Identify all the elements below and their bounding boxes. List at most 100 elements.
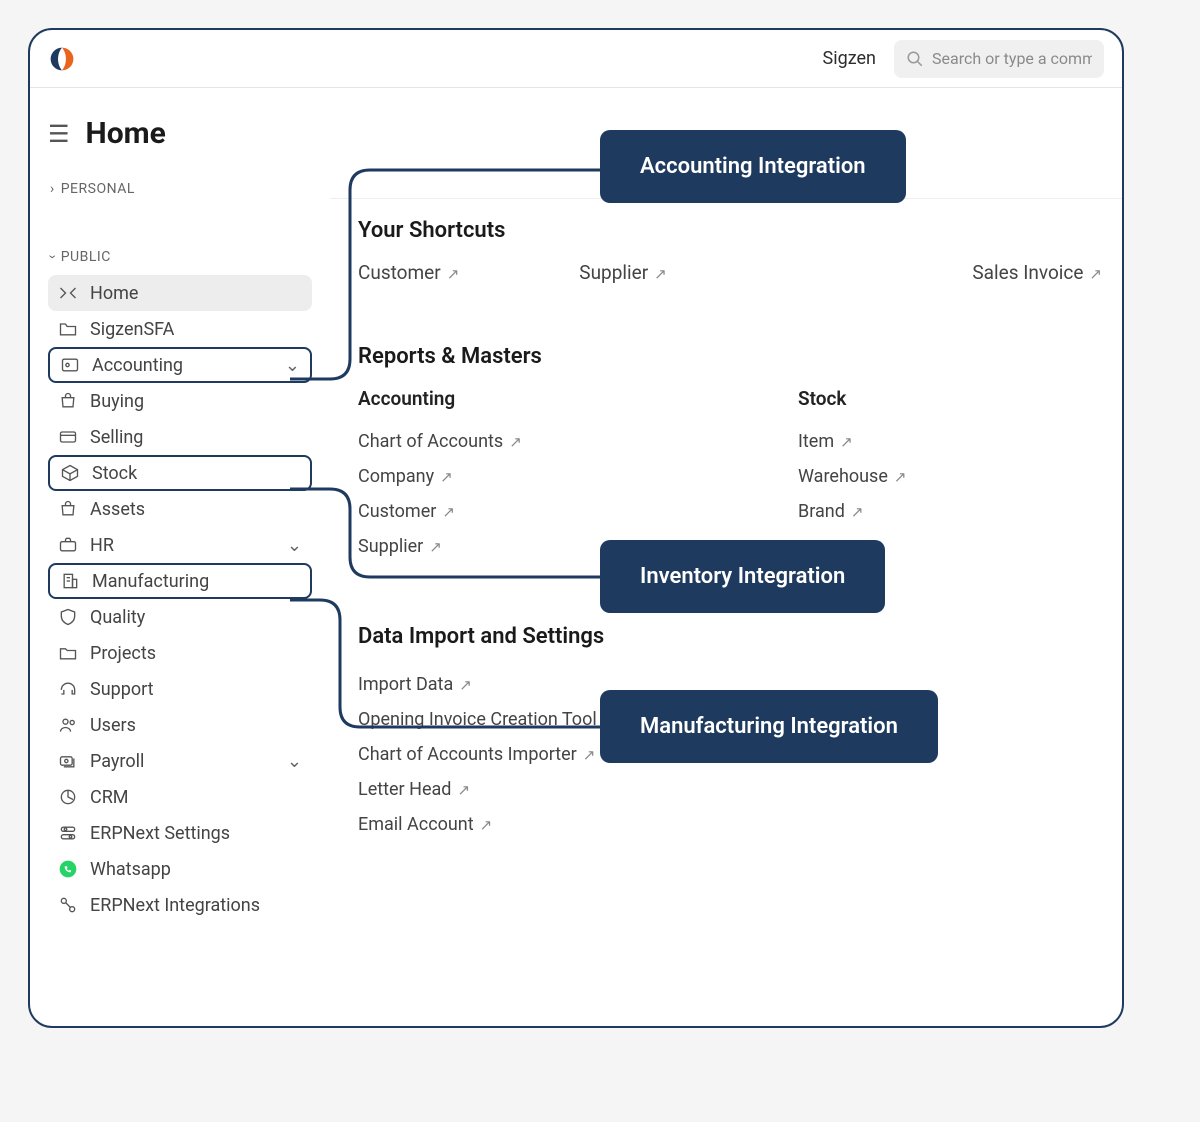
- sidebar-item-label: Quality: [90, 607, 145, 628]
- external-icon: ↗: [654, 265, 667, 283]
- external-icon: ↗: [442, 503, 455, 521]
- sidebar-item-sigzensfa[interactable]: SigzenSFA: [48, 311, 312, 347]
- chevron-down-icon: ⌄: [287, 751, 302, 772]
- sidebar-item-payroll[interactable]: Payroll ⌄: [48, 743, 312, 779]
- reports-title: Reports & Masters: [358, 344, 1102, 369]
- link-label: Supplier: [358, 536, 423, 557]
- shield-icon: [58, 607, 78, 627]
- link-label: Warehouse: [798, 466, 888, 487]
- link-email-account[interactable]: Email Account↗: [358, 807, 1102, 842]
- folder-icon: [58, 319, 78, 339]
- money-icon: [58, 751, 78, 771]
- external-icon: ↗: [457, 781, 470, 799]
- headphones-icon: [58, 679, 78, 699]
- pie-icon: [58, 787, 78, 807]
- external-icon: ↗: [509, 433, 522, 451]
- chevron-right-icon: ›: [50, 181, 55, 197]
- sidebar-item-stock[interactable]: Stock: [48, 455, 312, 491]
- folder-open-icon: [58, 643, 78, 663]
- tools-icon: [58, 283, 78, 303]
- shortcut-label: Sales Invoice: [972, 261, 1083, 284]
- sidebar-item-label: HR: [90, 535, 114, 556]
- app-logo: [48, 45, 76, 73]
- sidebar-item-label: CRM: [90, 787, 129, 808]
- search-icon: [906, 50, 924, 68]
- chevron-down-icon: ⌄: [285, 355, 300, 376]
- external-icon: ↗: [583, 746, 596, 764]
- safe-icon: [60, 355, 80, 375]
- external-icon: ↗: [851, 503, 864, 521]
- integration-icon: [58, 895, 78, 915]
- link-customer[interactable]: Customer ↗: [358, 494, 718, 529]
- external-icon: ↗: [429, 538, 442, 556]
- sidebar-item-selling[interactable]: Selling: [48, 419, 312, 455]
- box-icon: [60, 463, 80, 483]
- shortcut-sales-invoice[interactable]: Sales Invoice ↗: [972, 261, 1102, 284]
- stock-subheader: Stock: [798, 387, 1098, 410]
- sidebar-item-label: Assets: [90, 499, 145, 520]
- sidebar-item-erpnext-settings[interactable]: ERPNext Settings: [48, 815, 312, 851]
- search-placeholder: Search or type a command: [932, 49, 1092, 68]
- external-icon: ↗: [447, 265, 460, 283]
- sidebar-item-buying[interactable]: Buying: [48, 383, 312, 419]
- sidebar-item-label: Users: [90, 715, 136, 736]
- sidebar-item-projects[interactable]: Projects: [48, 635, 312, 671]
- sidebar-item-label: Projects: [90, 643, 156, 664]
- link-warehouse[interactable]: Warehouse↗: [798, 459, 1098, 494]
- app-frame: Sigzen Search or type a command ☰ Home ›…: [28, 28, 1124, 1028]
- sidebar-item-home[interactable]: Home: [48, 275, 312, 311]
- link-label: Item: [798, 431, 834, 452]
- sidebar-item-label: Selling: [90, 427, 143, 448]
- users-icon: [58, 715, 78, 735]
- link-brand[interactable]: Brand↗: [798, 494, 1098, 529]
- sidebar-item-label: Payroll: [90, 751, 144, 772]
- page-title: Home: [86, 116, 166, 151]
- search-input[interactable]: Search or type a command: [894, 40, 1104, 78]
- callout-accounting: Accounting Integration: [600, 130, 906, 203]
- link-item[interactable]: Item ↗: [798, 424, 1098, 459]
- sidebar-section-personal[interactable]: › PERSONAL: [50, 181, 312, 197]
- sidebar-item-label: Stock: [92, 463, 137, 484]
- shortcuts-title: Your Shortcuts: [358, 218, 1102, 243]
- external-icon: ↗: [480, 816, 493, 834]
- sidebar-item-manufacturing[interactable]: Manufacturing: [48, 563, 312, 599]
- external-icon: ↗: [440, 468, 453, 486]
- sidebar-item-label: Home: [90, 283, 138, 304]
- external-icon: ↗: [840, 433, 853, 451]
- link-label: Customer: [358, 501, 436, 522]
- sidebar-public-label: PUBLIC: [61, 249, 111, 265]
- link-chart-of-accounts[interactable]: Chart of Accounts ↗: [358, 424, 718, 459]
- link-label: Letter Head: [358, 779, 451, 800]
- link-letter-head[interactable]: Letter Head ↗: [358, 772, 1102, 807]
- sidebar-item-label: Accounting: [92, 355, 183, 376]
- shopping-bag-icon: [58, 499, 78, 519]
- briefcase-icon: [58, 535, 78, 555]
- sidebar-item-users[interactable]: Users: [48, 707, 312, 743]
- shortcut-customer[interactable]: Customer ↗: [358, 261, 459, 284]
- callout-manufacturing: Manufacturing Integration: [600, 690, 938, 763]
- link-label: Chart of Accounts: [358, 431, 503, 452]
- accounting-subheader: Accounting: [358, 387, 718, 410]
- sidebar-item-erpnext-integrations[interactable]: ERPNext Integrations: [48, 887, 312, 923]
- shortcut-supplier[interactable]: Supplier ↗: [579, 261, 666, 284]
- shortcut-label: Supplier: [579, 261, 648, 284]
- sidebar-item-whatsapp[interactable]: Whatsapp: [48, 851, 312, 887]
- sidebar-item-quality[interactable]: Quality: [48, 599, 312, 635]
- sidebar-item-label: Support: [90, 679, 154, 700]
- bag-icon: [58, 391, 78, 411]
- building-icon: [60, 571, 80, 591]
- import-title: Data Import and Settings: [358, 624, 1102, 649]
- external-icon: ↗: [1089, 265, 1102, 283]
- sidebar-item-hr[interactable]: HR ⌄: [48, 527, 312, 563]
- sidebar-item-label: Buying: [90, 391, 144, 412]
- link-company[interactable]: Company↗: [358, 459, 718, 494]
- sidebar-item-support[interactable]: Support: [48, 671, 312, 707]
- sidebar-item-accounting[interactable]: Accounting ⌄: [48, 347, 312, 383]
- sidebar-section-public[interactable]: › PUBLIC: [50, 249, 312, 265]
- link-label: Opening Invoice Creation Tool: [358, 709, 597, 730]
- sidebar-item-assets[interactable]: Assets: [48, 491, 312, 527]
- sidebar-item-crm[interactable]: CRM: [48, 779, 312, 815]
- menu-icon[interactable]: ☰: [48, 122, 70, 146]
- shortcut-label: Customer: [358, 261, 441, 284]
- link-label: Chart of Accounts Importer: [358, 744, 577, 765]
